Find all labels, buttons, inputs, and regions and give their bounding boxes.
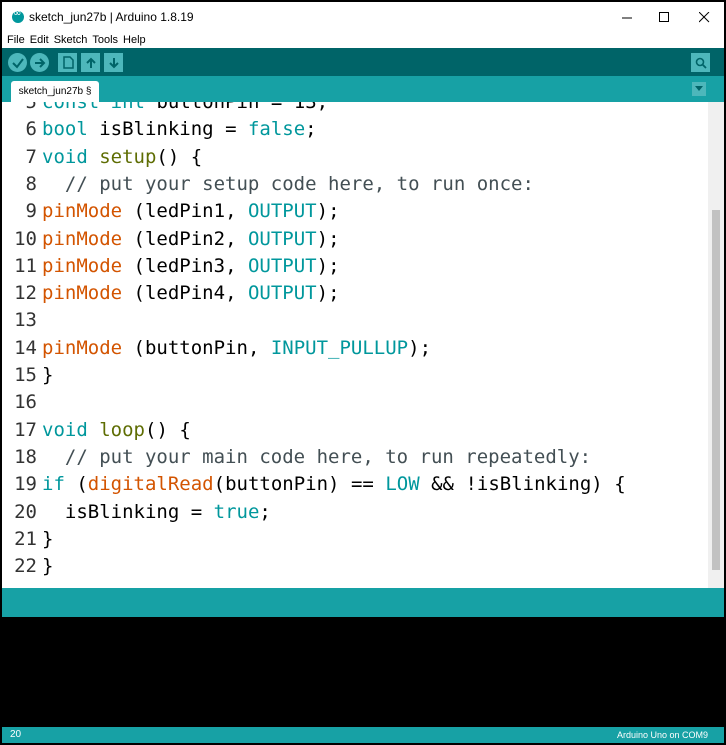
menu-sketch[interactable]: Sketch: [54, 34, 88, 46]
current-line-number: 20: [10, 729, 22, 740]
line-number: 21: [14, 527, 37, 550]
menu-file[interactable]: File: [7, 34, 25, 46]
board-port-label: Arduino Uno on COM9: [616, 730, 708, 740]
minimize-icon: [621, 17, 632, 18]
line-number: 19: [14, 473, 37, 496]
save-button[interactable]: [104, 53, 123, 72]
code-line[interactable]: 19 if (digitalRead(buttonPin) == LOW && !…: [2, 471, 708, 498]
code-text[interactable]: // put your setup code here, to run once…: [42, 171, 534, 198]
line-number: 12: [14, 282, 37, 305]
line-number: 13: [14, 309, 37, 332]
code-text[interactable]: pinMode (ledPin4, OUTPUT);: [42, 280, 340, 307]
code-text[interactable]: }: [42, 553, 53, 580]
new-button[interactable]: [58, 53, 77, 72]
serial-monitor-icon: [695, 57, 707, 69]
new-icon: [62, 56, 74, 69]
tab-sketch[interactable]: sketch_jun27b §: [11, 81, 99, 102]
code-text[interactable]: const int buttonPin = 13;: [42, 102, 328, 116]
line-number: 5: [25, 102, 37, 113]
console-output: [2, 617, 724, 727]
line-number: 6: [25, 118, 37, 141]
code-text[interactable]: }: [42, 362, 53, 389]
menu-edit[interactable]: Edit: [30, 34, 49, 46]
line-number: 22: [14, 555, 37, 578]
code-editor[interactable]: 5 const int buttonPin = 13; 6 bool isBlinki…: [2, 102, 724, 588]
code-line[interactable]: 5 const int buttonPin = 13;: [2, 102, 708, 116]
code-text[interactable]: void setup() {: [42, 144, 202, 171]
arduino-ide-window: sketch_jun27b | Arduino 1.8.19 File Edit…: [0, 0, 726, 745]
code-line[interactable]: 17 void loop() {: [2, 417, 708, 444]
line-number: 18: [14, 445, 37, 468]
line-number: 11: [14, 254, 37, 277]
window-title: sketch_jun27b | Arduino 1.8.19: [29, 10, 194, 24]
code-text[interactable]: bool isBlinking = false;: [42, 116, 317, 143]
line-number: 9: [25, 200, 37, 223]
line-number: 10: [14, 227, 37, 250]
arduino-logo-icon: [12, 8, 24, 23]
code-line[interactable]: 10 pinMode (ledPin2, OUTPUT);: [2, 226, 708, 253]
chevron-down-icon: [695, 86, 703, 91]
line-number: 15: [14, 364, 37, 386]
code-line[interactable]: 7 void setup() {: [2, 144, 708, 171]
maximize-button[interactable]: [642, 2, 686, 32]
open-button[interactable]: [81, 53, 100, 72]
code-line[interactable]: 6 bool isBlinking = false;: [2, 116, 708, 143]
menu-bar: File Edit Sketch Tools Help: [2, 32, 724, 48]
footer-bar: 20 Arduino Uno on COM9: [2, 727, 724, 743]
code-line[interactable]: 14 pinMode (buttonPin, INPUT_PULLUP);: [2, 335, 708, 362]
title-bar: sketch_jun27b | Arduino 1.8.19: [2, 2, 724, 32]
code-line[interactable]: 21}: [2, 526, 708, 553]
code-text[interactable]: pinMode (buttonPin, INPUT_PULLUP);: [42, 335, 431, 362]
upload-icon: [34, 57, 45, 68]
code-text[interactable]: // put your main code here, to run repea…: [42, 444, 591, 471]
line-number: 14: [14, 336, 37, 359]
verify-icon: [11, 57, 24, 69]
editor-scrollbar[interactable]: [708, 102, 724, 588]
code-text[interactable]: void loop() {: [42, 417, 191, 444]
code-line[interactable]: 22}: [2, 553, 708, 580]
code-area[interactable]: 5 const int buttonPin = 13; 6 bool isBlinki…: [2, 102, 708, 588]
line-number: 16: [14, 391, 37, 414]
tab-strip: sketch_jun27b §: [2, 76, 724, 102]
code-line[interactable]: 15}: [2, 362, 708, 389]
line-number: 20: [14, 500, 37, 523]
code-line[interactable]: 20 isBlinking = true;: [2, 499, 708, 526]
verify-button[interactable]: [8, 53, 27, 72]
code-line[interactable]: 9 pinMode (ledPin1, OUTPUT);: [2, 198, 708, 225]
code-line[interactable]: 12 pinMode (ledPin4, OUTPUT);: [2, 280, 708, 307]
code-text[interactable]: if (digitalRead(buttonPin) == LOW && !is…: [42, 471, 626, 498]
code-line[interactable]: 13: [2, 307, 708, 334]
code-text[interactable]: pinMode (ledPin2, OUTPUT);: [42, 226, 340, 253]
open-icon: [85, 57, 96, 68]
code-text[interactable]: pinMode (ledPin1, OUTPUT);: [42, 198, 340, 225]
upload-button[interactable]: [30, 53, 49, 72]
line-number: 17: [14, 418, 37, 441]
menu-help[interactable]: Help: [123, 34, 146, 46]
code-text[interactable]: }: [42, 526, 53, 553]
tab-menu-button[interactable]: [692, 82, 706, 96]
code-line[interactable]: 11 pinMode (ledPin3, OUTPUT);: [2, 253, 708, 280]
status-bar: [2, 588, 724, 617]
close-icon: [698, 11, 709, 22]
close-button[interactable]: [682, 2, 724, 32]
toolbar: [2, 48, 724, 76]
line-number: 7: [25, 145, 37, 168]
serial-monitor-button[interactable]: [691, 53, 710, 72]
line-number: 8: [25, 172, 37, 195]
code-line[interactable]: 8 // put your setup code here, to run on…: [2, 171, 708, 198]
code-text[interactable]: isBlinking = true;: [42, 499, 271, 526]
scrollbar-thumb[interactable]: [712, 210, 720, 570]
code-text[interactable]: pinMode (ledPin3, OUTPUT);: [42, 253, 340, 280]
maximize-icon: [658, 11, 669, 22]
save-icon: [108, 57, 119, 68]
code-line[interactable]: 16: [2, 389, 708, 416]
code-line[interactable]: 18 // put your main code here, to run re…: [2, 444, 708, 471]
menu-tools[interactable]: Tools: [92, 34, 118, 46]
